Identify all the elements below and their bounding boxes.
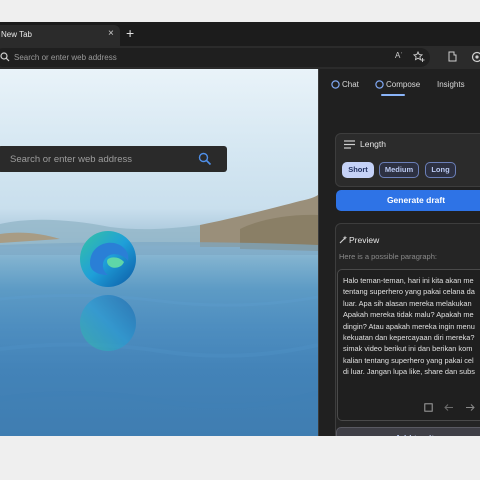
sidebar-tabs: Chat Compose Insights xyxy=(319,69,480,97)
length-short-button[interactable]: Short xyxy=(342,162,374,178)
address-placeholder: Search or enter web address xyxy=(14,53,117,62)
browser-window: New Tab × + Search or enter web address … xyxy=(0,22,480,436)
length-long-button[interactable]: Long xyxy=(425,162,456,178)
length-card: Length Short Medium Long xyxy=(335,133,480,187)
add-to-site-button[interactable]: Add to site xyxy=(336,427,480,436)
new-tab-page: Search or enter web address xyxy=(0,69,318,436)
close-icon[interactable]: × xyxy=(108,28,114,40)
draft-preview-box[interactable]: Halo teman-teman, hari ini kita akan me … xyxy=(337,269,480,421)
sparkle-icon xyxy=(339,235,348,244)
toolbar: Search or enter web address Aʾ xyxy=(0,46,480,69)
page-search-placeholder: Search or enter web address xyxy=(10,154,132,165)
arrow-left-icon[interactable] xyxy=(444,403,454,412)
draft-text: Halo teman-teman, hari ini kita akan me … xyxy=(343,276,475,377)
landscape-background xyxy=(0,195,318,409)
arrow-right-icon[interactable] xyxy=(465,403,475,412)
edge-logo-reflection xyxy=(80,295,136,351)
chat-icon xyxy=(331,80,340,89)
length-icon xyxy=(344,140,355,149)
compose-icon xyxy=(375,80,384,89)
preview-title: Preview xyxy=(349,235,380,245)
favorite-add-icon[interactable] xyxy=(413,51,425,63)
tab-compose[interactable]: Compose xyxy=(386,80,420,89)
tab-title: New Tab xyxy=(1,30,32,39)
search-icon xyxy=(0,52,10,62)
generate-draft-button[interactable]: Generate draft xyxy=(336,190,480,211)
copy-icon[interactable] xyxy=(424,403,433,412)
read-aloud-icon[interactable]: Aʾ xyxy=(395,51,403,60)
search-icon[interactable] xyxy=(198,152,212,166)
tab-new-tab[interactable]: New Tab × xyxy=(0,25,120,46)
length-medium-button[interactable]: Medium xyxy=(379,162,419,178)
extensions-icon[interactable] xyxy=(446,50,458,64)
active-tab-indicator xyxy=(381,94,405,96)
page-search-box[interactable]: Search or enter web address xyxy=(0,146,227,172)
length-title: Length xyxy=(360,139,386,149)
preview-hint: Here is a possible paragraph: xyxy=(339,252,437,261)
new-tab-button[interactable]: + xyxy=(126,25,134,41)
copilot-sidebar: Chat Compose Insights Length Short Mediu… xyxy=(318,69,480,436)
tab-chat[interactable]: Chat xyxy=(342,80,359,89)
tab-strip: New Tab × + xyxy=(0,22,480,46)
address-bar[interactable]: Search or enter web address xyxy=(0,48,430,67)
tab-insights[interactable]: Insights xyxy=(437,80,465,89)
edge-logo-icon xyxy=(80,231,136,287)
settings-icon[interactable] xyxy=(470,50,480,64)
